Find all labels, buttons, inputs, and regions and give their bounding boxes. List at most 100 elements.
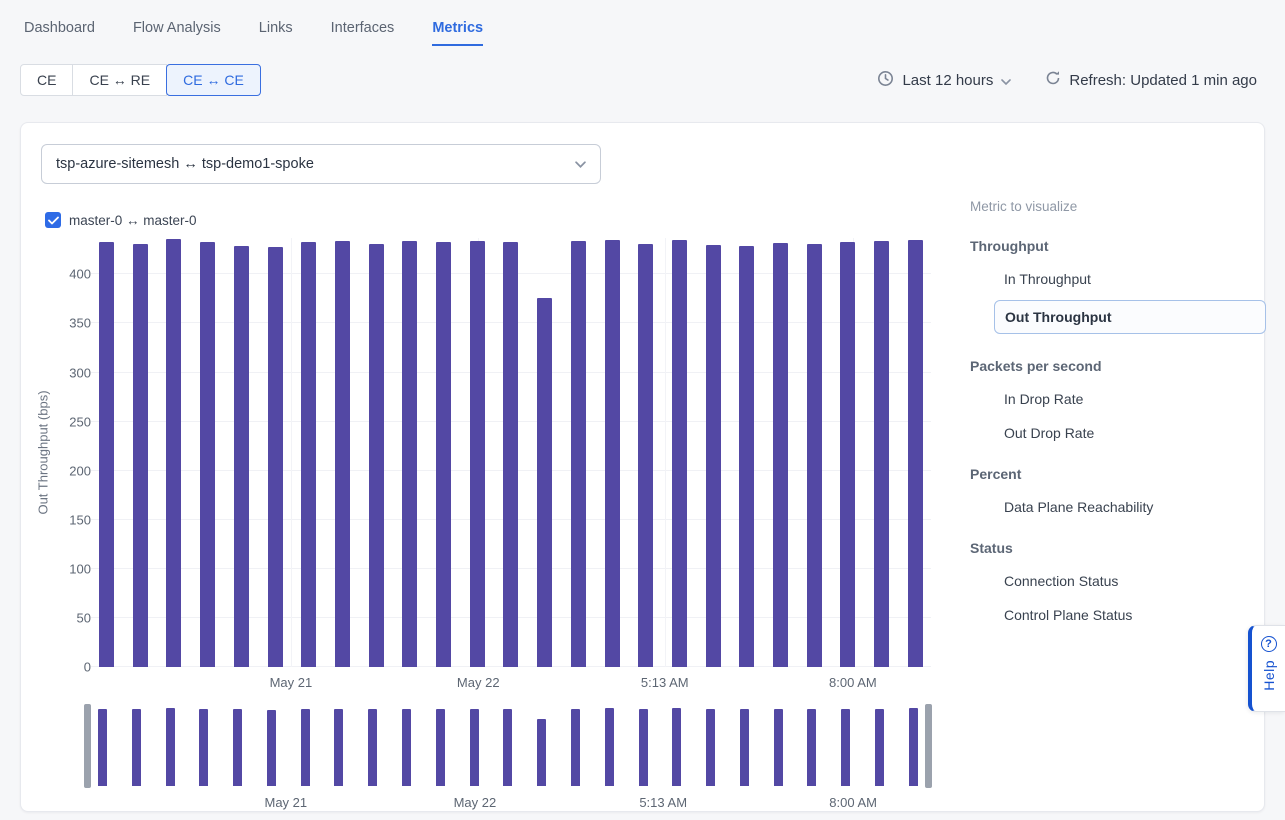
navigator-bar: [334, 709, 343, 786]
bar: [773, 243, 788, 667]
bar: [739, 246, 754, 667]
navigator-bar: [503, 709, 512, 786]
refresh-icon: [1045, 70, 1061, 90]
refresh-status-label: Refresh: Updated 1 min ago: [1069, 72, 1257, 89]
bar: [605, 240, 620, 667]
metric-group-packets-per-second: Packets per second: [970, 358, 1266, 374]
x-tick-label: May 22: [457, 675, 500, 690]
toolbar: CE CE ↔ RE CE ↔ CE Last 12 hours Refresh…: [0, 46, 1285, 96]
bar: [571, 241, 586, 667]
metric-item-control-plane-status[interactable]: Control Plane Status: [1004, 606, 1266, 624]
metrics-panel: tsp-azure-sitemesh ↔ tsp-demo1-spoke mas…: [20, 122, 1265, 812]
navigator-handle-left[interactable]: [84, 704, 91, 788]
chevron-down-icon: [1001, 72, 1011, 89]
chart-navigator[interactable]: [84, 704, 932, 788]
y-tick-label: 200: [69, 463, 91, 478]
help-question-icon: ?: [1261, 636, 1277, 652]
nav-item-dashboard[interactable]: Dashboard: [24, 20, 95, 46]
refresh-button[interactable]: Refresh: Updated 1 min ago: [1045, 70, 1257, 90]
metric-item-data-plane-reachability[interactable]: Data Plane Reachability: [1004, 498, 1266, 516]
bar: [470, 241, 485, 667]
navigator-x-tick-label: May 22: [454, 795, 497, 810]
bar: [234, 246, 249, 667]
metric-item-in-drop-rate[interactable]: In Drop Rate: [1004, 390, 1266, 408]
navigator-bar: [402, 709, 411, 786]
bar: [369, 244, 384, 667]
navigator-bar: [233, 709, 242, 786]
y-tick-label: 350: [69, 316, 91, 331]
navigator-bar: [639, 709, 648, 786]
navigator-bar: [98, 709, 107, 786]
navigator-bar: [470, 709, 479, 786]
navigator-x-tick-label: 5:13 AM: [639, 795, 687, 810]
navigator-bar: [909, 708, 918, 786]
bar: [335, 241, 350, 667]
bar: [874, 241, 889, 667]
bar: [840, 242, 855, 667]
metric-selector-title: Metric to visualize: [970, 199, 1266, 214]
toolbar-right: Last 12 hours Refresh: Updated 1 min ago: [877, 70, 1257, 91]
metric-item-connection-status[interactable]: Connection Status: [1004, 572, 1266, 590]
bar: [807, 244, 822, 667]
nav-item-interfaces[interactable]: Interfaces: [331, 20, 395, 46]
metric-item-out-throughput[interactable]: Out Throughput: [994, 300, 1266, 334]
metric-group-percent: Percent: [970, 466, 1266, 482]
navigator-bar: [368, 709, 377, 786]
navigator-bar: [267, 710, 276, 786]
help-label: Help: [1261, 660, 1277, 691]
top-nav: Dashboard Flow Analysis Links Interfaces…: [0, 0, 1285, 46]
bar: [436, 242, 451, 667]
navigator-bar-series: [98, 708, 918, 786]
x-tick-label: 8:00 AM: [829, 675, 877, 690]
navigator-bar: [841, 709, 850, 786]
metric-group-status: Status: [970, 540, 1266, 556]
time-range-label: Last 12 hours: [902, 72, 993, 89]
navigator-bar: [740, 709, 749, 786]
bar: [268, 247, 283, 667]
metric-group-throughput: Throughput: [970, 238, 1266, 254]
metric-item-in-throughput[interactable]: In Throughput: [1004, 270, 1266, 288]
bar: [402, 241, 417, 667]
scope-segmented-control: CE CE ↔ RE CE ↔ CE: [20, 64, 261, 96]
bar: [672, 240, 687, 667]
nav-item-metrics[interactable]: Metrics: [432, 20, 483, 46]
nav-item-links[interactable]: Links: [259, 20, 293, 46]
navigator-bar: [537, 719, 546, 786]
y-tick-label: 50: [77, 610, 91, 625]
navigator-bar: [132, 709, 141, 786]
navigator-x-tick-label: May 21: [264, 795, 307, 810]
x-tick-label: May 21: [270, 675, 313, 690]
bar: [503, 242, 518, 667]
navigator-bar: [807, 709, 816, 786]
bar: [638, 244, 653, 667]
segment-ce[interactable]: CE: [20, 64, 73, 96]
y-tick-label: 150: [69, 512, 91, 527]
nav-item-flow-analysis[interactable]: Flow Analysis: [133, 20, 221, 46]
metric-selector: Metric to visualize Throughput In Throug…: [970, 199, 1266, 624]
time-range-dropdown[interactable]: Last 12 hours: [877, 70, 1011, 91]
navigator-bar: [605, 708, 614, 786]
navigator-bar: [706, 709, 715, 786]
x-axis: May 21 May 22 5:13 AM 8:00 AM: [91, 675, 931, 693]
bar: [908, 240, 923, 667]
navigator-handle-right[interactable]: [925, 704, 932, 788]
segment-ce-re[interactable]: CE ↔ RE: [72, 64, 167, 96]
y-axis-title: Out Throughput (bps): [36, 313, 51, 593]
y-tick-label: 0: [84, 660, 91, 675]
y-tick-label: 400: [69, 267, 91, 282]
navigator-bar: [166, 708, 175, 786]
bar: [301, 242, 316, 667]
bar: [537, 298, 552, 667]
y-tick-label: 300: [69, 365, 91, 380]
y-tick-label: 100: [69, 561, 91, 576]
navigator-bar: [774, 709, 783, 786]
bar: [99, 242, 114, 667]
throughput-bar-chart: Out Throughput (bps) 0501001502002503003…: [21, 123, 961, 811]
segment-ce-ce[interactable]: CE ↔ CE: [166, 64, 261, 96]
bar: [166, 239, 181, 667]
navigator-bar: [301, 709, 310, 786]
bar-series: [91, 238, 931, 667]
x-tick-label: 5:13 AM: [641, 675, 689, 690]
help-button[interactable]: ? Help: [1248, 625, 1285, 712]
metric-item-out-drop-rate[interactable]: Out Drop Rate: [1004, 424, 1266, 442]
